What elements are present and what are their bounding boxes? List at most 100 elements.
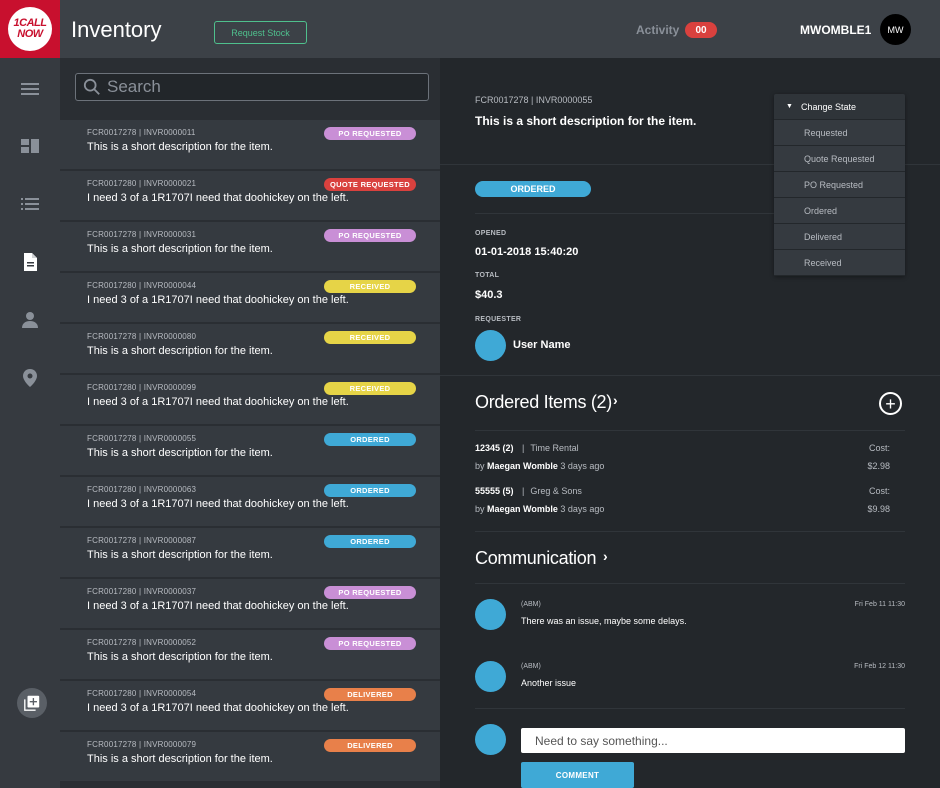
item-when: 3 days ago bbox=[560, 461, 605, 471]
chevron-right-icon[interactable]: › bbox=[613, 392, 618, 408]
ordered-items-title[interactable]: Ordered Items (2) bbox=[475, 392, 612, 413]
ordered-item-meta: by Maegan Womble 3 days ago bbox=[475, 461, 604, 471]
divider bbox=[475, 531, 905, 532]
change-state-toggle[interactable]: ▼ Change State bbox=[774, 94, 905, 120]
item-person[interactable]: Maegan Womble bbox=[487, 504, 558, 514]
detail-pane: FCR0017278 | INVR0000055 This is a short… bbox=[440, 58, 940, 788]
item-when: 3 days ago bbox=[560, 504, 605, 514]
activity-count-badge[interactable]: 00 bbox=[685, 22, 717, 38]
search-input[interactable] bbox=[107, 77, 407, 97]
username[interactable]: MWOMBLE1 bbox=[800, 23, 871, 37]
divider bbox=[475, 430, 905, 431]
activity-label[interactable]: Activity bbox=[636, 23, 679, 37]
message-text: Another issue bbox=[521, 678, 577, 688]
divider bbox=[440, 375, 940, 376]
cost-label: Cost: bbox=[868, 443, 890, 453]
status-badge: PO REQUESTED bbox=[324, 637, 416, 650]
ordered-item-header[interactable]: 55555 (5) | Greg & Sons bbox=[475, 486, 582, 496]
logo[interactable]: 1CALL NOW bbox=[0, 0, 60, 58]
cost-value: $9.98 bbox=[867, 504, 890, 514]
sidebar-nav bbox=[0, 58, 60, 788]
add-ordered-item-button[interactable]: + bbox=[879, 392, 902, 415]
status-badge: PO REQUESTED bbox=[324, 127, 416, 140]
list-item[interactable]: FCR0017278 | INVR0000055 This is a short … bbox=[60, 426, 440, 475]
message-avatar bbox=[475, 661, 506, 692]
list-item[interactable]: FCR0017278 | INVR0000087 This is a short … bbox=[60, 528, 440, 577]
requester-label: REQUESTER bbox=[475, 316, 522, 323]
item-description: I need 3 of a 1R1707I need that doohicke… bbox=[87, 498, 349, 510]
message-date: Fri Feb 12 11:30 bbox=[854, 663, 905, 670]
chevron-right-icon[interactable]: › bbox=[603, 548, 608, 564]
list-item[interactable]: FCR0017278 | INVR0000011 This is a short … bbox=[60, 120, 440, 169]
ordered-item-header[interactable]: 12345 (2) | Time Rental bbox=[475, 443, 579, 453]
item-description: I need 3 of a 1R1707I need that doohicke… bbox=[87, 294, 349, 306]
add-item-button[interactable] bbox=[17, 688, 47, 718]
list-item[interactable]: FCR0017280 | INVR0000054 I need 3 of a 1R… bbox=[60, 681, 440, 730]
list-item[interactable]: FCR0017278 | INVR0000052 This is a short … bbox=[60, 630, 440, 679]
list-item[interactable]: FCR0017280 | INVR0000063 I need 3 of a 1R… bbox=[60, 477, 440, 526]
item-person[interactable]: Maegan Womble bbox=[487, 461, 558, 471]
item-vendor: Greg & Sons bbox=[530, 486, 582, 496]
state-option[interactable]: Requested bbox=[774, 120, 905, 146]
ordered-item-meta: by Maegan Womble 3 days ago bbox=[475, 504, 604, 514]
message-avatar bbox=[475, 599, 506, 630]
document-icon[interactable] bbox=[18, 250, 42, 274]
status-badge: RECEIVED bbox=[324, 280, 416, 293]
user-avatar[interactable]: MW bbox=[880, 14, 911, 45]
item-description: This is a short description for the item… bbox=[87, 141, 273, 153]
status-badge: ORDERED bbox=[324, 433, 416, 446]
list-item[interactable]: FCR0017278 | INVR0000079 This is a short … bbox=[60, 732, 440, 781]
communication-title[interactable]: Communication bbox=[475, 548, 596, 569]
logo-mark: 1CALL NOW bbox=[8, 7, 52, 51]
state-option[interactable]: PO Requested bbox=[774, 172, 905, 198]
add-stack-icon bbox=[24, 695, 40, 711]
list-item[interactable]: FCR0017280 | INVR0000021 I need 3 of a 1R… bbox=[60, 171, 440, 220]
state-option[interactable]: Delivered bbox=[774, 224, 905, 250]
status-badge: QUOTE REQUESTED bbox=[324, 178, 416, 191]
list-item[interactable]: FCR0017278 | INVR0000031 This is a short … bbox=[60, 222, 440, 271]
state-option[interactable]: Quote Requested bbox=[774, 146, 905, 172]
message-author: (ABM) bbox=[521, 601, 541, 608]
item-description: This is a short description for the item… bbox=[87, 345, 273, 357]
inventory-list-pane: FCR0017278 | INVR0000011This is a short … bbox=[60, 58, 440, 788]
list-item[interactable]: FCR0017280 | INVR0000037 I need 3 of a 1R… bbox=[60, 579, 440, 628]
message-text: There was an issue, maybe some delays. bbox=[521, 616, 687, 626]
location-pin-icon[interactable] bbox=[18, 366, 42, 390]
item-description: This is a short description for the item… bbox=[87, 753, 273, 765]
item-description: This is a short description for the item… bbox=[87, 651, 273, 663]
search-icon bbox=[83, 78, 100, 95]
caret-down-icon: ▼ bbox=[786, 103, 793, 110]
list-icon[interactable] bbox=[18, 192, 42, 216]
state-option[interactable]: Ordered bbox=[774, 198, 905, 224]
item-by: by bbox=[475, 504, 485, 514]
status-badge: DELIVERED bbox=[324, 688, 416, 701]
state-badge: ORDERED bbox=[475, 181, 591, 197]
request-stock-button[interactable]: Request Stock bbox=[214, 21, 307, 44]
list-item[interactable]: FCR0017278 | INVR0000080 This is a short … bbox=[60, 324, 440, 373]
item-description: This is a short description for the item… bbox=[87, 243, 273, 255]
state-options: Requested Quote Requested PO Requested Orde… bbox=[774, 120, 905, 276]
requester-name: User Name bbox=[513, 339, 571, 351]
opened-value: 01-01-2018 15:40:20 bbox=[475, 246, 579, 258]
item-description: This is a short description for the item… bbox=[87, 549, 273, 561]
menu-icon[interactable] bbox=[18, 77, 42, 101]
dashboard-icon[interactable] bbox=[18, 134, 42, 158]
message-author: (ABM) bbox=[521, 663, 541, 670]
current-user-avatar bbox=[475, 724, 506, 755]
change-state-dropdown: ▼ Change State Requested Quote Requested PO… bbox=[774, 94, 905, 276]
comment-button[interactable]: COMMENT bbox=[521, 762, 634, 788]
list-item[interactable]: FCR0017280 | INVR0000044 I need 3 of a 1R… bbox=[60, 273, 440, 322]
total-value: $40.3 bbox=[475, 289, 503, 301]
cost-value: $2.98 bbox=[867, 461, 890, 471]
item-qty: 55555 (5) bbox=[475, 486, 514, 496]
person-icon[interactable] bbox=[18, 308, 42, 332]
divider bbox=[475, 708, 905, 709]
item-description: I need 3 of a 1R1707I need that doohicke… bbox=[87, 192, 349, 204]
item-description: I need 3 of a 1R1707I need that doohicke… bbox=[87, 396, 349, 408]
state-option[interactable]: Received bbox=[774, 250, 905, 276]
message-input[interactable] bbox=[521, 728, 905, 753]
list-item[interactable]: FCR0017280 | INVR0000099 I need 3 of a 1R… bbox=[60, 375, 440, 424]
item-separator: | bbox=[522, 486, 525, 496]
item-separator: | bbox=[522, 443, 525, 453]
plus-icon: + bbox=[885, 393, 896, 414]
